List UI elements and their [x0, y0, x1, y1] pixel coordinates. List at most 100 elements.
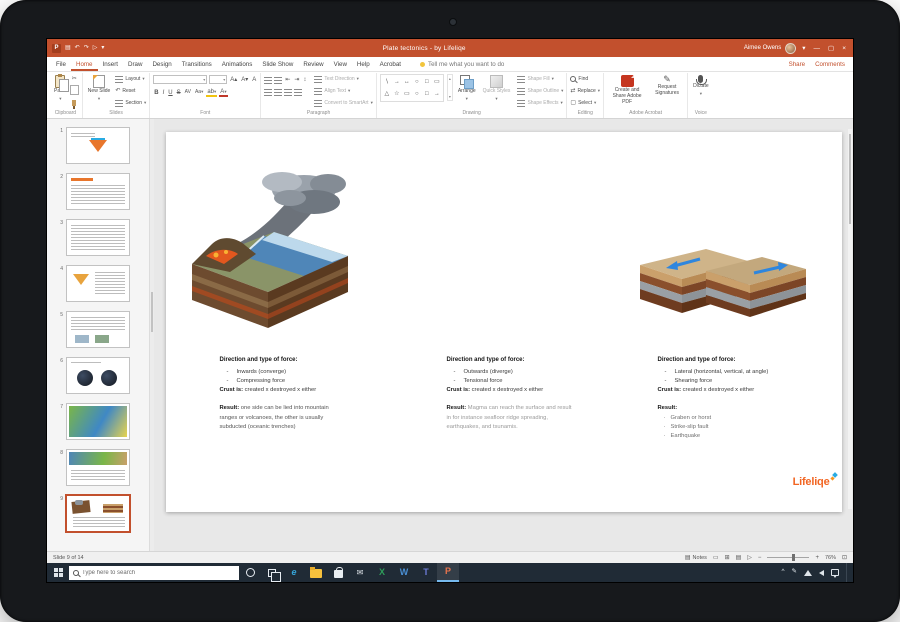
reading-view-icon[interactable]: ▤ — [736, 555, 742, 561]
taskbar-search[interactable] — [69, 566, 239, 580]
zoom-in-button[interactable]: + — [815, 555, 819, 561]
restore-button[interactable]: ▢ — [826, 44, 836, 52]
slide-text-column-3[interactable]: Direction and type of force: Lateral (ho… — [658, 356, 800, 441]
slide-text-column-2[interactable]: Direction and type of force: Outwards (d… — [447, 356, 577, 432]
thumbnail-slide-2[interactable] — [66, 173, 130, 210]
excel-button[interactable]: X — [371, 563, 393, 582]
thumbnail-slide-8[interactable] — [66, 449, 130, 486]
volcano-subduction-image[interactable] — [186, 162, 354, 330]
align-text-button[interactable]: Align Text — [314, 86, 372, 96]
taskbar-search-input[interactable] — [82, 570, 235, 576]
share-button[interactable]: Share — [789, 61, 806, 68]
tab-review[interactable]: Review — [298, 59, 328, 71]
notes-button[interactable]: ▤ Notes — [685, 555, 707, 561]
slide-text-column-1[interactable]: Direction and type of force: Inwards (co… — [220, 356, 348, 432]
shape-oval-icon[interactable]: ○ — [414, 79, 420, 85]
text-direction-button[interactable]: Text Direction — [314, 74, 372, 84]
replace-button[interactable]: ⇄Replace — [570, 86, 600, 96]
reset-button[interactable]: ↶Reset — [115, 86, 146, 96]
normal-view-icon[interactable]: ▭ — [713, 555, 719, 561]
shape-outline-button[interactable]: Shape Outline — [517, 86, 563, 96]
italic-button[interactable]: I — [162, 90, 166, 96]
shapes-gallery[interactable]: ∖ → ↔ ○ □ ▭ △ ☆ ▭ ○ □ → — [380, 74, 444, 102]
shape-arrow-icon[interactable]: → — [393, 79, 401, 85]
tray-show-hidden-icons[interactable]: ^ — [781, 569, 784, 576]
zoom-slider[interactable] — [767, 557, 809, 558]
shapes-gallery-scrollbar[interactable]: ▴ ▾ — [447, 74, 453, 101]
tab-draw[interactable]: Draw — [123, 59, 147, 71]
find-button[interactable]: Find — [570, 74, 600, 84]
convert-smartart-button[interactable]: Convert to SmartArt — [314, 98, 372, 108]
align-left-icon[interactable] — [264, 89, 272, 96]
bold-button[interactable]: B — [153, 90, 159, 96]
word-button[interactable]: W — [393, 563, 415, 582]
tab-design[interactable]: Design — [147, 59, 176, 71]
task-view-button[interactable] — [261, 563, 283, 582]
align-right-icon[interactable] — [284, 89, 292, 96]
shape-line-icon[interactable]: ∖ — [384, 79, 390, 85]
save-icon[interactable]: ▤ — [65, 45, 71, 51]
shape-rounded-rect-icon[interactable]: ▭ — [433, 79, 441, 85]
new-slide-button[interactable]: New Slide — [86, 74, 113, 102]
store-button[interactable] — [327, 563, 349, 582]
tell-me-box[interactable]: Tell me what you want to do — [420, 61, 504, 71]
redo-icon[interactable]: ↷ — [84, 45, 89, 51]
slide-canvas[interactable]: Direction and type of force: Inwards (co… — [166, 132, 842, 512]
zoom-out-button[interactable]: − — [758, 555, 762, 561]
tab-slide-show[interactable]: Slide Show — [257, 59, 298, 71]
editor-scrollbar[interactable] — [848, 129, 852, 509]
mail-button[interactable]: ✉ — [349, 563, 371, 582]
strikethrough-button[interactable]: S — [176, 90, 182, 96]
start-slideshow-icon[interactable]: ▷ — [93, 45, 98, 51]
shape-star-icon[interactable]: ☆ — [393, 91, 400, 97]
section-button[interactable]: Section — [115, 98, 146, 108]
shrink-font-icon[interactable]: A▾ — [240, 77, 249, 83]
comments-button[interactable]: Comments — [815, 61, 845, 68]
fault-block-image[interactable] — [636, 237, 811, 332]
pen-icon[interactable]: ✎ — [792, 569, 797, 576]
justify-icon[interactable] — [294, 89, 302, 96]
arrange-button[interactable]: Arrange — [456, 74, 478, 102]
paste-button[interactable]: Paste — [52, 74, 69, 102]
lifeliqe-logo[interactable]: Lifeliqe — [793, 476, 830, 488]
line-spacing-icon[interactable]: ↕ — [302, 77, 307, 83]
layout-button[interactable]: Layout — [115, 74, 146, 84]
close-button[interactable]: × — [840, 45, 848, 52]
align-center-icon[interactable] — [274, 89, 282, 96]
thumbnail-slide-3[interactable] — [66, 219, 130, 256]
tab-transitions[interactable]: Transitions — [177, 59, 217, 71]
highlight-color-icon[interactable]: ab — [206, 89, 217, 97]
fit-to-window-icon[interactable]: ⊡ — [842, 555, 847, 561]
tab-file[interactable]: File — [51, 59, 71, 71]
shape-arrow2-icon[interactable]: → — [433, 91, 441, 97]
select-button[interactable]: ▢Select — [570, 98, 600, 108]
tab-animations[interactable]: Animations — [217, 59, 258, 71]
numbering-icon[interactable] — [274, 77, 282, 84]
shape-square2-icon[interactable]: □ — [424, 91, 430, 97]
shape-rect2-icon[interactable]: ▭ — [403, 91, 411, 97]
slide-sorter-view-icon[interactable]: ⊞ — [725, 555, 730, 561]
shape-effects-button[interactable]: Shape Effects — [517, 98, 563, 108]
clear-formatting-icon[interactable]: A — [251, 77, 257, 83]
request-signatures-button[interactable]: ✎ Request Signatures — [650, 74, 684, 98]
decrease-indent-icon[interactable]: ⇤ — [284, 77, 291, 83]
edge-button[interactable]: e — [283, 563, 305, 582]
powerpoint-button-active[interactable]: P — [437, 563, 459, 582]
zoom-percent[interactable]: 76% — [825, 555, 836, 561]
font-name-combobox[interactable] — [153, 75, 207, 84]
minimize-button[interactable]: — — [812, 45, 823, 52]
file-explorer-button[interactable] — [305, 563, 327, 582]
font-size-combobox[interactable] — [209, 75, 227, 84]
thumbnail-slide-4[interactable] — [66, 265, 130, 302]
create-share-pdf-button[interactable]: Create and Share Adobe PDF — [607, 74, 647, 106]
shape-double-arrow-icon[interactable]: ↔ — [403, 79, 411, 85]
tab-home[interactable]: Home — [71, 59, 98, 71]
grow-font-icon[interactable]: A▴ — [229, 77, 238, 83]
underline-button[interactable]: U — [167, 90, 173, 96]
tab-help[interactable]: Help — [352, 59, 375, 71]
cut-icon[interactable]: ✂ — [72, 76, 79, 82]
thumbnail-slide-6[interactable] — [66, 357, 130, 394]
start-button[interactable] — [47, 563, 69, 582]
volume-icon[interactable] — [819, 570, 824, 576]
undo-icon[interactable]: ↶ — [75, 45, 80, 51]
